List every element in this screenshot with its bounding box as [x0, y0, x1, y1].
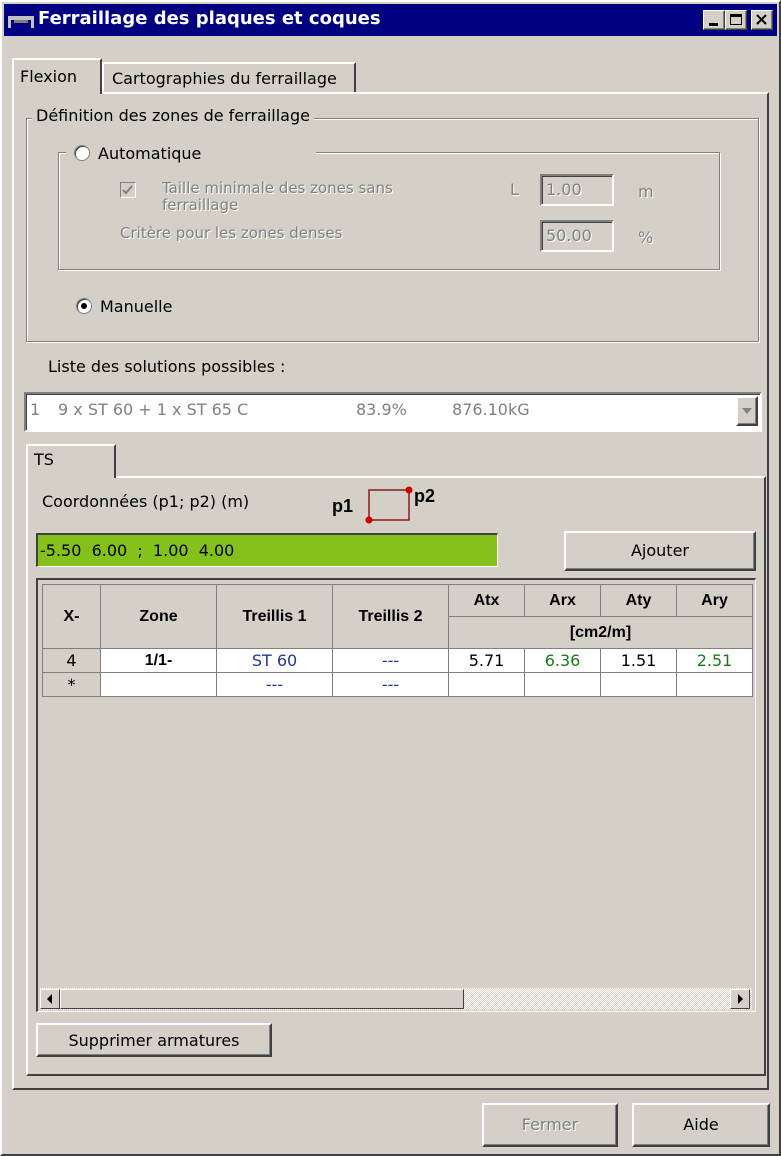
l-field-value: 1.00: [546, 180, 582, 199]
auto-radio[interactable]: [74, 145, 90, 161]
cell-atx[interactable]: 5.71: [448, 648, 525, 673]
dense-field[interactable]: 50.00: [540, 220, 614, 252]
tab-cartographies[interactable]: Cartographies du ferraillage: [102, 62, 356, 92]
maximize-button[interactable]: [725, 10, 747, 30]
check-icon: [122, 185, 133, 195]
cell-aty[interactable]: [600, 672, 677, 697]
col-header-x[interactable]: X-: [42, 584, 101, 649]
col-header-zone[interactable]: Zone: [100, 584, 217, 649]
l-unit: m: [638, 182, 654, 201]
help-button-label: Aide: [683, 1115, 719, 1134]
cell-treillis1[interactable]: ST 60: [216, 648, 333, 673]
auto-radio-label[interactable]: Automatique: [98, 144, 201, 163]
solution-weight: 876.10kG: [452, 400, 530, 419]
cell-arx[interactable]: [524, 672, 601, 697]
tab-flexion[interactable]: Flexion: [12, 58, 102, 94]
title-bar[interactable]: Ferraillage des plaques et coques: [4, 4, 777, 36]
coords-label: Coordonnées (p1; p2) (m): [42, 492, 250, 511]
cell-zone[interactable]: [100, 672, 217, 697]
dense-label: Critère pour les zones denses: [120, 224, 343, 242]
scroll-left-button[interactable]: [40, 989, 60, 1009]
col-header-treillis1[interactable]: Treillis 1: [216, 584, 333, 649]
l-field[interactable]: 1.00: [540, 174, 614, 206]
cell-ary[interactable]: [676, 672, 753, 697]
min-size-checkbox[interactable]: [120, 182, 136, 198]
horizontal-scrollbar[interactable]: [40, 988, 752, 1010]
scroll-right-button[interactable]: [730, 989, 750, 1009]
tab-ts-label: TS: [34, 450, 54, 469]
help-button[interactable]: Aide: [632, 1103, 770, 1147]
close-window-button[interactable]: [751, 10, 773, 30]
window-title: Ferraillage des plaques et coques: [38, 8, 381, 29]
app-icon: [8, 16, 34, 28]
chevron-left-icon: [47, 994, 52, 1004]
solution-desc: 9 x ST 60 + 1 x ST 65 C: [58, 400, 249, 419]
coords-input[interactable]: -5.50 6.00 ; 1.00 4.00: [36, 533, 498, 567]
cell-treillis1[interactable]: ---: [216, 672, 333, 697]
coords-input-value: -5.50 6.00 ; 1.00 4.00: [40, 541, 235, 560]
dense-unit: %: [638, 228, 654, 247]
grid-container[interactable]: X- Zone Treillis 1 Treillis 2 Atx Arx At…: [36, 578, 756, 1012]
col-header-atx[interactable]: Atx: [448, 584, 525, 617]
tab-cartographies-label: Cartographies du ferraillage: [112, 69, 337, 88]
col-header-ary[interactable]: Ary: [676, 584, 753, 617]
solutions-label: Liste des solutions possibles :: [48, 357, 286, 376]
add-button-label: Ajouter: [630, 541, 689, 560]
close-button-label: Fermer: [521, 1115, 579, 1134]
maximize-icon: [730, 14, 742, 25]
col-header-unit: [cm2/m]: [448, 616, 753, 649]
scroll-thumb[interactable]: [60, 989, 464, 1009]
add-button[interactable]: Ajouter: [564, 531, 756, 571]
cell-zone[interactable]: 1/1-: [100, 648, 217, 673]
chevron-down-icon: [742, 408, 752, 414]
table-row[interactable]: 4 1/1- ST 60 --- 5.71 6.36 1.51 2.51: [42, 648, 753, 673]
results-table: X- Zone Treillis 1 Treillis 2 Atx Arx At…: [42, 584, 753, 697]
chevron-right-icon: [738, 994, 743, 1004]
minimize-icon: [709, 23, 718, 26]
dense-field-value: 50.00: [546, 226, 592, 245]
close-icon: [756, 14, 767, 25]
cell-treillis2[interactable]: ---: [332, 672, 449, 697]
delete-reinforcement-button[interactable]: Supprimer armatures: [36, 1023, 272, 1057]
min-size-label: Taille minimale des zones sans ferrailla…: [162, 179, 393, 214]
p1-label: p1: [332, 496, 354, 516]
rectangle-diagram-icon: [365, 486, 413, 524]
col-header-arx[interactable]: Arx: [524, 584, 601, 617]
cell-arx[interactable]: 6.36: [524, 648, 601, 673]
close-button[interactable]: Fermer: [482, 1103, 618, 1147]
manual-radio-label[interactable]: Manuelle: [100, 297, 172, 316]
cell-atx[interactable]: [448, 672, 525, 697]
delete-button-label: Supprimer armatures: [68, 1031, 240, 1050]
solution-index: 1: [30, 400, 41, 419]
row-header-x[interactable]: 4: [42, 648, 101, 673]
l-label: L: [510, 180, 519, 199]
col-header-treillis2[interactable]: Treillis 2: [332, 584, 449, 649]
solutions-dropdown-button[interactable]: [736, 396, 758, 426]
dialog-window: Ferraillage des plaques et coques Flexio…: [0, 0, 781, 1156]
tab-ts[interactable]: TS: [26, 444, 116, 478]
p2-label: p2: [414, 486, 436, 506]
col-header-aty[interactable]: Aty: [600, 584, 677, 617]
cell-ary[interactable]: 2.51: [676, 648, 753, 673]
table-row-new[interactable]: * --- ---: [42, 672, 753, 697]
radio-selected-dot: [81, 303, 87, 309]
manual-radio[interactable]: [76, 298, 92, 314]
tab-flexion-label: Flexion: [20, 67, 78, 86]
solution-pct: 83.9%: [356, 400, 407, 419]
zones-group-label: Définition des zones de ferraillage: [32, 106, 314, 125]
row-header-new[interactable]: *: [42, 672, 101, 697]
solutions-combobox[interactable]: 1 9 x ST 60 + 1 x ST 65 C 83.9% 876.10kG: [24, 392, 762, 432]
cell-treillis2[interactable]: ---: [332, 648, 449, 673]
cell-aty[interactable]: 1.51: [600, 648, 677, 673]
minimize-button[interactable]: [703, 10, 725, 30]
